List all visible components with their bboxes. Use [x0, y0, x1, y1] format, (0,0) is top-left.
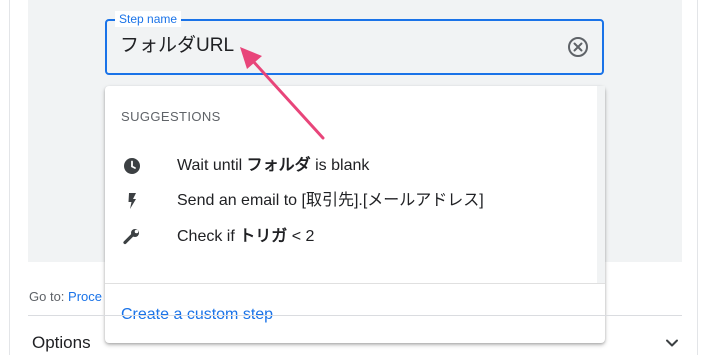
suggestion-send-email[interactable]: Send an email to [取引先].[メールアドレス] — [105, 183, 595, 219]
chevron-down-icon[interactable] — [663, 334, 681, 352]
lightning-icon — [123, 192, 141, 210]
step-name-value[interactable]: フォルダURL — [120, 34, 234, 58]
goto-label: Go to: — [29, 289, 69, 304]
card-right-border — [697, 0, 698, 355]
options-divider — [28, 315, 682, 316]
suggestions-header: SUGGESTIONS — [121, 109, 221, 124]
suggestion-text: Send an email to [取引先].[メールアドレス] — [177, 192, 484, 209]
dropdown-divider — [105, 283, 605, 284]
suggestion-wait-until[interactable]: Wait until フォルダ is blank — [105, 148, 595, 184]
step-name-label: Step name — [115, 11, 182, 27]
clear-icon[interactable] — [567, 36, 589, 58]
dropdown-scrollbar[interactable] — [597, 86, 605, 283]
suggestion-check-if[interactable]: Check if トリガ < 2 — [105, 219, 595, 255]
goto-row: Go to: Proce — [29, 289, 102, 305]
clock-icon — [123, 157, 141, 175]
suggestion-text: Check if トリガ < 2 — [177, 228, 315, 245]
wrench-icon — [123, 228, 141, 246]
suggestion-text: Wait until フォルダ is blank — [177, 157, 370, 174]
options-label[interactable]: Options — [32, 333, 91, 353]
card-left-border — [9, 0, 10, 355]
goto-link[interactable]: Proce — [68, 289, 102, 304]
